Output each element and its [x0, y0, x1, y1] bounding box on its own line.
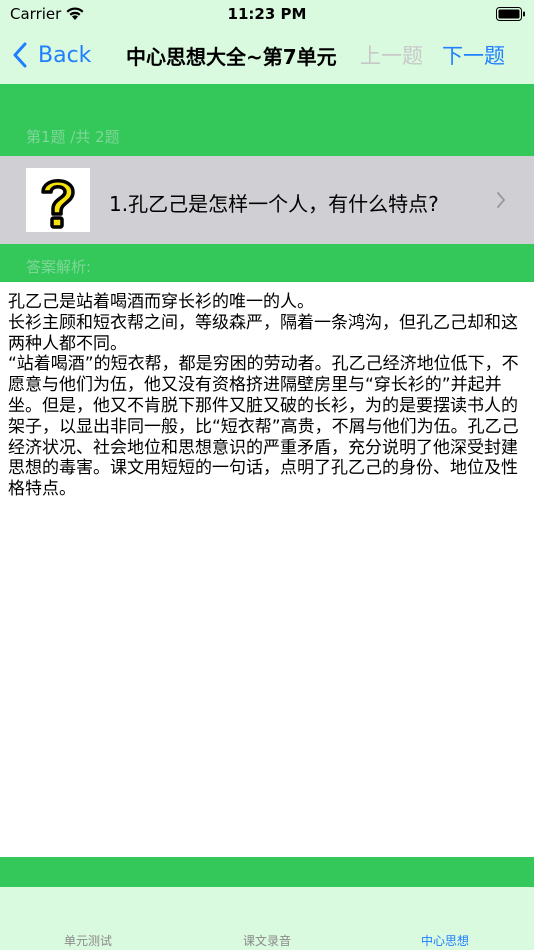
back-button[interactable]: Back	[12, 39, 91, 71]
top-area: Carrier 11:23 PM Back 中心思想大全~第7单元 上一题 下一…	[0, 0, 534, 84]
next-question-button[interactable]: 下一题	[442, 40, 505, 70]
question-header-band: 第1题 /共 2题	[0, 84, 534, 156]
status-time: 11:23 PM	[227, 5, 307, 23]
answer-header-band: 答案解析:	[0, 244, 534, 282]
answer-text: 孔乙己是站着喝酒而穿长衫的唯一的人。 长衫主顾和短衣帮之间，等级森严，隔着一条鸿…	[8, 292, 528, 500]
question-mark-icon	[26, 168, 90, 232]
answer-paragraph: 长衫主顾和短衣帮之间，等级森严，隔着一条鸿沟，但孔乙己却和这两种人都不同。	[8, 312, 518, 354]
question-counter: 第1题 /共 2题	[26, 128, 120, 146]
battery-icon	[496, 7, 525, 21]
back-label: Back	[38, 42, 92, 68]
bottom-band	[0, 857, 534, 887]
tab-central-idea[interactable]: 中心思想	[395, 932, 495, 949]
chevron-right-icon	[497, 192, 505, 208]
previous-question-button[interactable]: 上一题	[360, 40, 423, 70]
chevron-left-icon	[13, 42, 27, 68]
status-bar: Carrier 11:23 PM	[0, 0, 534, 30]
answer-label: 答案解析:	[26, 258, 92, 276]
answer-paragraph: “站着喝酒”的短衣帮，都是穷困的劳动者。孔乙己经济地位低下，不愿意与他们为伍，他…	[8, 354, 519, 500]
tab-unit-test[interactable]: 单元测试	[38, 932, 138, 949]
tab-text-audio[interactable]: 课文录音	[217, 932, 317, 949]
navigation-bar: Back 中心思想大全~第7单元 上一题 下一题	[0, 30, 534, 84]
page-title: 中心思想大全~第7单元	[126, 45, 337, 69]
answer-paragraph: 孔乙己是站着喝酒而穿长衫的唯一的人。	[8, 292, 314, 312]
question-text: 1.孔乙己是怎样一个人，有什么特点?	[109, 192, 439, 216]
question-row[interactable]: 1.孔乙己是怎样一个人，有什么特点?	[0, 156, 534, 244]
tab-bar: 单元测试 课文录音 中心思想	[0, 887, 534, 950]
